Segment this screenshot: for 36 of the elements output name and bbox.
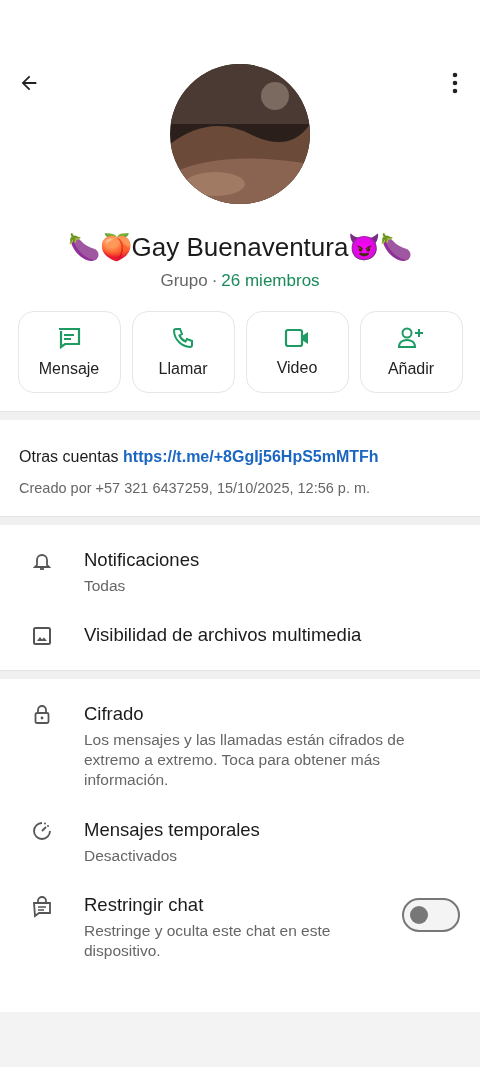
description-text: Otras cuentas https://t.me/+8GgIj56HpS5mMTFh — [19, 448, 380, 466]
chat-lock-icon — [32, 895, 52, 918]
setting-subtitle: Todas — [84, 576, 127, 596]
setting-title: Visibilidad de archivos multimedia — [84, 624, 363, 647]
member-count[interactable]: 26 miembros — [221, 271, 320, 291]
toggle-switch[interactable] — [402, 897, 460, 932]
video-camera-icon — [284, 327, 310, 349]
created-info: Creado por +57 321 6437259, 15/10/2025, 12:56 p. m. — [19, 480, 372, 496]
group-name: 🍆🍑Gay Buenaventura😈🍆 — [67, 232, 413, 263]
settings-row[interactable]: Notificaciones Todas — [0, 535, 480, 611]
group-type: Grupo — [160, 271, 208, 291]
setting-subtitle: Desactivados — [84, 845, 179, 866]
action-button[interactable]: Llamar — [131, 311, 235, 393]
group-link[interactable]: https://t.me/+8GgIj56HpS5mMTFh — [123, 448, 379, 465]
phone-icon — [171, 326, 195, 350]
setting-title: Cifrado — [84, 703, 145, 726]
timer-icon — [32, 820, 52, 841]
add-person-icon — [397, 326, 425, 350]
setting-title: Mensajes temporales — [84, 818, 261, 841]
lock-icon — [32, 705, 52, 726]
setting-subtitle: Los mensajes y las llamadas están cifrados de extremo a extremo. Toca para obtener más información. — [84, 730, 406, 791]
image-icon — [32, 626, 52, 647]
settings-row[interactable]: Mensajes temporales Desactivados — [0, 804, 480, 880]
settings-row[interactable]: Cifrado Los mensajes y las llamadas están cifrados de extremo a extremo. Toca para obtener más información. — [0, 689, 480, 805]
setting-title: Restringir chat — [84, 893, 205, 916]
separator: · — [211, 271, 218, 291]
action-button[interactable]: Video — [245, 311, 349, 393]
settings-row[interactable]: Restringir chat Restringe y oculta este chat en este dispositivo. — [0, 879, 480, 975]
setting-subtitle: Restringe y oculta este chat en este dispositivo. — [84, 920, 332, 961]
action-button[interactable]: Añadir — [359, 311, 463, 393]
more-options-icon[interactable] — [452, 72, 458, 94]
action-button[interactable]: Mensaje — [17, 311, 121, 393]
settings-row[interactable]: Visibilidad de archivos multimedia — [0, 610, 480, 661]
message-icon — [56, 326, 82, 350]
setting-title: Notificaciones — [84, 549, 201, 571]
bell-icon — [32, 551, 52, 571]
